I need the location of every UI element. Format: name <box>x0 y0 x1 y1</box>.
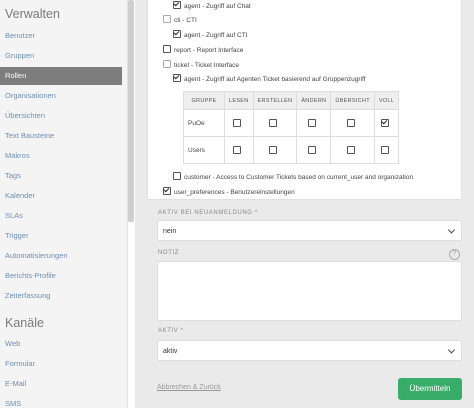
table-cell <box>330 109 375 137</box>
submit-button[interactable]: Übermitteln <box>398 378 462 400</box>
col-erstellen: ERSTELLEN <box>252 91 298 110</box>
sidebar: Verwalten Benutzer Gruppen Rollen Organi… <box>0 0 128 408</box>
table-row: PuOe <box>183 109 400 137</box>
col-voll: VOLL <box>373 91 400 110</box>
active-new-reg-select[interactable]: nein <box>157 220 462 241</box>
table-cell <box>224 109 254 137</box>
perm-cti[interactable]: cti - CTI <box>163 15 197 26</box>
sidebar-item-automatisierungen[interactable]: Automatisierungen <box>0 247 122 265</box>
perm-customer[interactable]: customer - Access to Customer Tickets ba… <box>173 172 413 183</box>
group-name: PuOe <box>183 109 225 137</box>
cancel-link[interactable]: Abbrechen & Zurück <box>157 384 221 391</box>
table-row: Users <box>183 136 400 164</box>
help-icon[interactable]: ? <box>449 249 460 260</box>
table-cell <box>373 109 400 137</box>
note-textarea[interactable] <box>157 261 462 321</box>
checkbox-icon[interactable] <box>163 45 171 53</box>
table-cell <box>373 136 400 164</box>
perm-report[interactable]: report - Report Interface <box>163 45 243 56</box>
checkbox-checked-icon[interactable] <box>163 187 171 195</box>
col-gruppe: GRUPPE <box>183 91 225 110</box>
checkbox-icon[interactable] <box>380 145 389 154</box>
active-select[interactable]: aktiv <box>157 340 462 361</box>
table-header-row: GRUPPE LESEN ERSTELLEN ÄNDERN ÜBERSICHT … <box>183 91 400 110</box>
checkbox-checked-icon[interactable] <box>173 30 181 38</box>
sidebar-item-trigger[interactable]: Trigger <box>0 227 122 245</box>
checkbox-icon[interactable] <box>233 145 242 154</box>
checkbox-icon[interactable] <box>347 145 356 154</box>
table-cell <box>296 109 332 137</box>
checkbox-icon[interactable] <box>163 15 171 23</box>
sidebar-item-sms[interactable]: SMS <box>0 395 122 413</box>
sidebar-item-formular[interactable]: Formular <box>0 355 122 373</box>
table-cell <box>330 136 375 164</box>
checkbox-checked-icon[interactable] <box>380 118 389 127</box>
sidebar-item-text-bausteine[interactable]: Text Bausteine <box>0 127 122 145</box>
sidebar-item-organisationen[interactable]: Organisationen <box>0 87 122 105</box>
table-cell <box>296 136 332 164</box>
sidebar-item-rollen[interactable]: Rollen <box>0 67 122 85</box>
sidebar-item-slas[interactable]: SLAs <box>0 207 122 225</box>
perm-agent-ticket-group[interactable]: agent - Zugriff auf Agenten Ticket basie… <box>173 74 366 85</box>
sidebar-item-berichts-profile[interactable]: Berichts-Profile <box>0 267 122 285</box>
active-label: AKTIV * <box>158 328 184 334</box>
perm-agent-chat[interactable]: agent - Zugriff auf Chat <box>173 1 251 12</box>
manage-heading: Verwalten <box>5 7 60 21</box>
table-cell <box>252 109 298 137</box>
sidebar-item-gruppen[interactable]: Gruppen <box>0 47 122 65</box>
checkbox-icon[interactable] <box>308 118 317 127</box>
checkbox-icon[interactable] <box>173 172 181 180</box>
sidebar-item-tags[interactable]: Tags <box>0 167 122 185</box>
group-permission-table: GRUPPE LESEN ERSTELLEN ÄNDERN ÜBERSICHT … <box>183 91 400 164</box>
checkbox-icon[interactable] <box>163 60 171 68</box>
note-label: NOTIZ <box>158 250 179 256</box>
sidebar-item-benutzer[interactable]: Benutzer <box>0 27 122 45</box>
table-cell <box>252 136 298 164</box>
sidebar-item-email[interactable]: E-Mail <box>0 375 122 393</box>
active-new-reg-label: AKTIV BEI NEUANMELDUNG * <box>158 210 258 216</box>
checkbox-icon[interactable] <box>233 118 242 127</box>
perm-agent-cti[interactable]: agent - Zugriff auf CTI <box>173 30 247 41</box>
sidebar-item-zeiterfassung[interactable]: Zeiterfassung <box>0 287 122 305</box>
chevron-down-icon <box>447 345 456 354</box>
col-aendern: ÄNDERN <box>296 91 332 110</box>
perm-user-preferences[interactable]: user_preferences - Benutzereinstellungen <box>163 187 295 198</box>
sidebar-item-makros[interactable]: Makros <box>0 147 122 165</box>
checkbox-checked-icon[interactable] <box>173 74 181 82</box>
channels-heading: Kanäle <box>5 316 44 330</box>
checkbox-icon[interactable] <box>269 118 278 127</box>
group-name: Users <box>183 136 225 164</box>
checkbox-checked-icon[interactable] <box>173 1 181 9</box>
col-uebersicht: ÜBERSICHT <box>330 91 375 110</box>
sidebar-item-kalender[interactable]: Kalender <box>0 187 122 205</box>
sidebar-scrollbar[interactable] <box>128 0 134 222</box>
checkbox-icon[interactable] <box>269 145 278 154</box>
sidebar-item-uebersichten[interactable]: Übersichten <box>0 107 122 125</box>
checkbox-icon[interactable] <box>347 118 356 127</box>
checkbox-icon[interactable] <box>308 145 317 154</box>
sidebar-item-web[interactable]: Web <box>0 335 122 353</box>
chevron-down-icon <box>447 225 456 234</box>
col-lesen: LESEN <box>224 91 254 110</box>
perm-ticket[interactable]: ticket - Ticket Interface <box>163 60 239 71</box>
table-cell <box>224 136 254 164</box>
